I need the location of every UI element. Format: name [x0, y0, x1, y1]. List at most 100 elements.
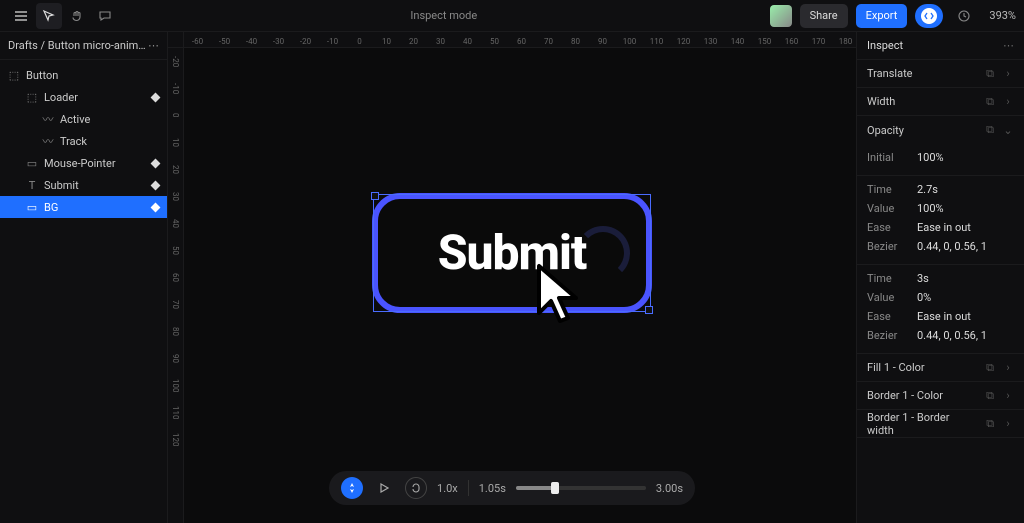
layer-active[interactable]: 〰Active — [0, 108, 167, 130]
loop-icon[interactable] — [405, 477, 427, 499]
section-border-width[interactable]: Border 1 - Border width ⧉› — [857, 410, 1024, 438]
ruler-tick: 70 — [535, 32, 562, 47]
ruler-tick: 10 — [168, 129, 183, 156]
copy-icon[interactable]: ⧉ — [984, 361, 996, 375]
ruler-tick: -60 — [184, 32, 211, 47]
layer-track[interactable]: 〰 Track — [0, 130, 167, 152]
copy-icon[interactable]: ⧉ — [984, 389, 996, 403]
timeline-record-icon[interactable] — [341, 477, 363, 499]
layer-button[interactable]: ⬚Button — [0, 64, 167, 86]
more-icon[interactable]: ⋯ — [1003, 39, 1014, 52]
layer-submit[interactable]: TSubmit — [0, 174, 167, 196]
timeline-end: 3.00s — [656, 482, 683, 495]
ruler-tick: 0 — [346, 32, 373, 47]
copy-icon[interactable]: ⧉ — [984, 95, 996, 109]
ruler-tick: 100 — [616, 32, 643, 47]
ruler-tick: 170 — [805, 32, 832, 47]
layer-label: BG — [44, 201, 58, 214]
copy-icon[interactable]: ⧉ — [984, 67, 996, 81]
layer-loader[interactable]: ⬚Loader — [0, 86, 167, 108]
menu-icon[interactable] — [8, 3, 34, 29]
ruler-corner — [168, 32, 184, 48]
chevron-right-icon[interactable]: › — [1002, 389, 1014, 402]
copy-icon[interactable]: ⧉ — [984, 123, 996, 137]
more-icon[interactable]: ⋯ — [148, 39, 159, 52]
layer-bg[interactable]: ▭ BG — [0, 196, 167, 218]
ruler-tick: -30 — [265, 32, 292, 47]
inspector-panel: Inspect ⋯ Translate ⧉› Width ⧉› Opacity … — [856, 32, 1024, 523]
layer-label: Active — [60, 113, 90, 126]
inspector-header: Inspect ⋯ — [857, 32, 1024, 60]
chevron-down-icon[interactable]: ⌄ — [1002, 124, 1014, 137]
chevron-right-icon[interactable]: › — [1002, 95, 1014, 108]
timeline-speed[interactable]: 1.0x — [437, 482, 458, 495]
ruler-tick: 110 — [643, 32, 670, 47]
ruler-tick: -50 — [211, 32, 238, 47]
code-mode-toggle[interactable] — [915, 4, 943, 28]
ruler-tick: 20 — [168, 156, 183, 183]
ruler-tick: -20 — [168, 48, 183, 75]
share-button[interactable]: Share — [800, 4, 848, 28]
keyframe-icon[interactable] — [151, 202, 161, 212]
chevron-right-icon[interactable]: › — [1002, 361, 1014, 374]
ruler-tick: 140 — [724, 32, 751, 47]
ruler-tick: 120 — [168, 426, 183, 453]
layer-label: Submit — [44, 179, 79, 192]
section-width[interactable]: Width ⧉› — [857, 88, 1024, 116]
timeline-current: 1.05s — [479, 482, 506, 495]
ruler-tick: 40 — [454, 32, 481, 47]
timeline-slider[interactable] — [516, 486, 646, 490]
canvas[interactable]: -60-50-40-30-20-100102030405060708090100… — [168, 32, 856, 523]
layer-type-icon: ⬚ — [26, 91, 38, 103]
ruler-tick: -40 — [238, 32, 265, 47]
layer-mouse-pointer[interactable]: ▭Mouse-Pointer — [0, 152, 167, 174]
layer-type-icon: 〰 — [42, 135, 54, 147]
chevron-right-icon[interactable]: › — [1002, 417, 1014, 430]
ruler-tick: -10 — [319, 32, 346, 47]
ruler-tick: 150 — [751, 32, 778, 47]
opacity-initial-block: Initial100% — [857, 144, 1024, 176]
layer-label: Button — [26, 69, 58, 82]
section-translate[interactable]: Translate ⧉› — [857, 60, 1024, 88]
copy-icon[interactable]: ⧉ — [984, 417, 996, 431]
layer-label: Mouse-Pointer — [44, 157, 116, 170]
history-icon[interactable] — [951, 3, 977, 29]
ruler-tick: 40 — [168, 210, 183, 237]
keyframe-icon[interactable] — [151, 180, 161, 190]
button-bg-shape: Submit — [372, 193, 652, 313]
ruler-tick: 160 — [778, 32, 805, 47]
layer-label: Track — [60, 135, 87, 148]
ruler-tick: 0 — [168, 102, 183, 129]
ruler-tick: 100 — [168, 372, 183, 399]
keyframe-icon[interactable] — [151, 158, 161, 168]
comment-tool-icon[interactable] — [92, 3, 118, 29]
ruler-tick: 60 — [168, 264, 183, 291]
opacity-key2-block: Time3s Value0% EaseEase in out Bezier0.4… — [857, 265, 1024, 354]
layer-type-icon: ▭ — [26, 201, 38, 213]
ruler-tick: 50 — [481, 32, 508, 47]
topbar: Inspect mode Share Export 393% — [0, 0, 1024, 32]
timeline-bar: 1.0x 1.05s 3.00s — [329, 471, 695, 505]
ruler-tick: 70 — [168, 291, 183, 318]
section-border-color[interactable]: Border 1 - Color ⧉› — [857, 382, 1024, 410]
ruler-tick: 30 — [427, 32, 454, 47]
breadcrumb[interactable]: Drafts / Button micro-animation... ⋯ — [0, 32, 167, 60]
move-tool-icon[interactable] — [36, 3, 62, 29]
ruler-tick: 120 — [670, 32, 697, 47]
mouse-pointer-graphic — [534, 263, 594, 333]
inspector-title: Inspect — [867, 39, 903, 52]
opacity-key1-block: Time2.7s Value100% EaseEase in out Bezie… — [857, 176, 1024, 265]
artwork: Submit — [372, 193, 652, 313]
section-fill-color[interactable]: Fill 1 - Color ⧉› — [857, 354, 1024, 382]
keyframe-icon[interactable] — [151, 92, 161, 102]
export-button[interactable]: Export — [856, 4, 908, 28]
avatar[interactable] — [770, 5, 792, 27]
ruler-tick: -10 — [168, 75, 183, 102]
ruler-tick: 90 — [589, 32, 616, 47]
play-icon[interactable] — [373, 477, 395, 499]
section-opacity[interactable]: Opacity ⧉⌄ — [857, 116, 1024, 144]
chevron-right-icon[interactable]: › — [1002, 67, 1014, 80]
hand-tool-icon[interactable] — [64, 3, 90, 29]
ruler-tick: 30 — [168, 183, 183, 210]
zoom-level[interactable]: 393% — [989, 9, 1016, 22]
